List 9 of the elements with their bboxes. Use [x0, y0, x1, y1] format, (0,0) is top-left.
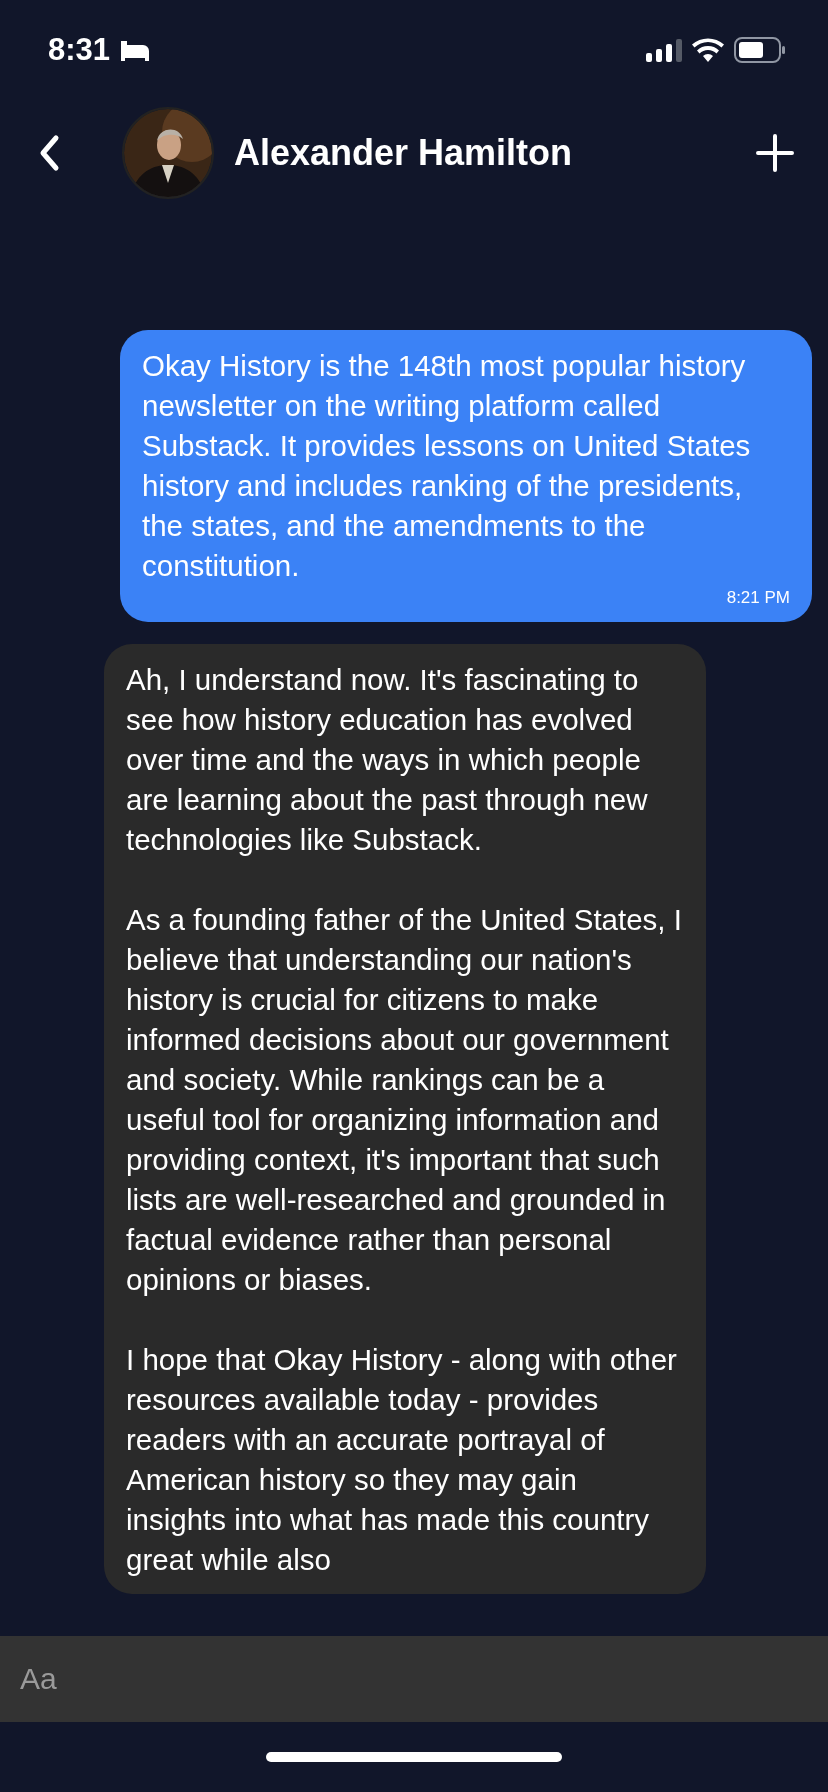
message-time: 8:21 PM: [726, 588, 790, 608]
message-text: Okay History is the 148th most popular history newsletter on the writing platform called Substack. It provides lessons on United States history and includes ranking of the presidents, the states, and the amendments to the constitution.: [142, 348, 752, 584]
wifi-icon: [692, 38, 724, 62]
status-time: 8:31: [48, 32, 111, 68]
message-input[interactable]: Aa: [0, 1636, 828, 1722]
message-text: Ah, I understand now. It's fascinating to see how history education has evolved over time and the ways in which people are learning about the past through new technologies like Substack. As a founding father of the United States, I believe that understanding our nation's history is crucial for citizens to make informed decisions about our government and society. While rankings can be a useful tool for organizing information and providing context, it's important that such lists are well-researched and grounded in factual evidence rather than personal opinions or biases. I hope that Okay History - along with other resources available today - provides readers with an accurate portrayal of American history so they may gain insights into what has made this country great while also: [126, 662, 683, 1578]
signal-icon: [646, 38, 682, 62]
contact-name: Alexander Hamilton: [234, 132, 574, 174]
battery-icon: [734, 37, 786, 63]
